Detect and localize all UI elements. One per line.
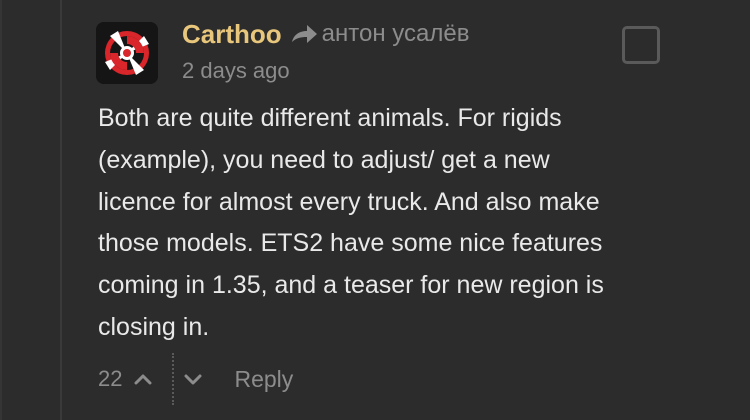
- comment-actions: 22 Reply: [98, 353, 293, 405]
- comment-body-line: licence for almost every truck. And also…: [98, 187, 600, 216]
- vote-count: 22: [98, 366, 123, 391]
- reply-arrow-icon: [290, 22, 318, 46]
- avatar-logo-icon: [96, 22, 158, 84]
- vote-divider: [172, 353, 175, 405]
- avatar[interactable]: [96, 22, 158, 84]
- comment-body-line: closing in.: [98, 312, 210, 341]
- reply-to-user[interactable]: антон усалёв: [322, 20, 470, 48]
- left-edge-line: [0, 0, 2, 420]
- comment-body: Both are quite different animals. For ri…: [98, 98, 728, 349]
- reply-button[interactable]: Reply: [234, 366, 293, 393]
- checkbox-icon[interactable]: [622, 26, 660, 64]
- comment-body-line: those models. ETS2 have some nice featur…: [98, 229, 603, 258]
- author-name[interactable]: Carthoo: [182, 19, 282, 50]
- comment-body-line: (example), you need to adjust/ get a new: [98, 145, 550, 174]
- upvote-chevron-up-icon[interactable]: [132, 368, 154, 390]
- comment-header: Carthoo антон усалёв: [182, 16, 469, 52]
- downvote-chevron-down-icon[interactable]: [182, 368, 204, 390]
- comment-page: Carthoo антон усалёв 2 days ago Both are…: [0, 0, 750, 420]
- thread-line: [60, 0, 62, 420]
- comment-body-line: coming in 1.35, and a teaser for new reg…: [98, 271, 604, 300]
- timestamp[interactable]: 2 days ago: [182, 58, 290, 84]
- comment-body-line: Both are quite different animals. For ri…: [98, 104, 562, 132]
